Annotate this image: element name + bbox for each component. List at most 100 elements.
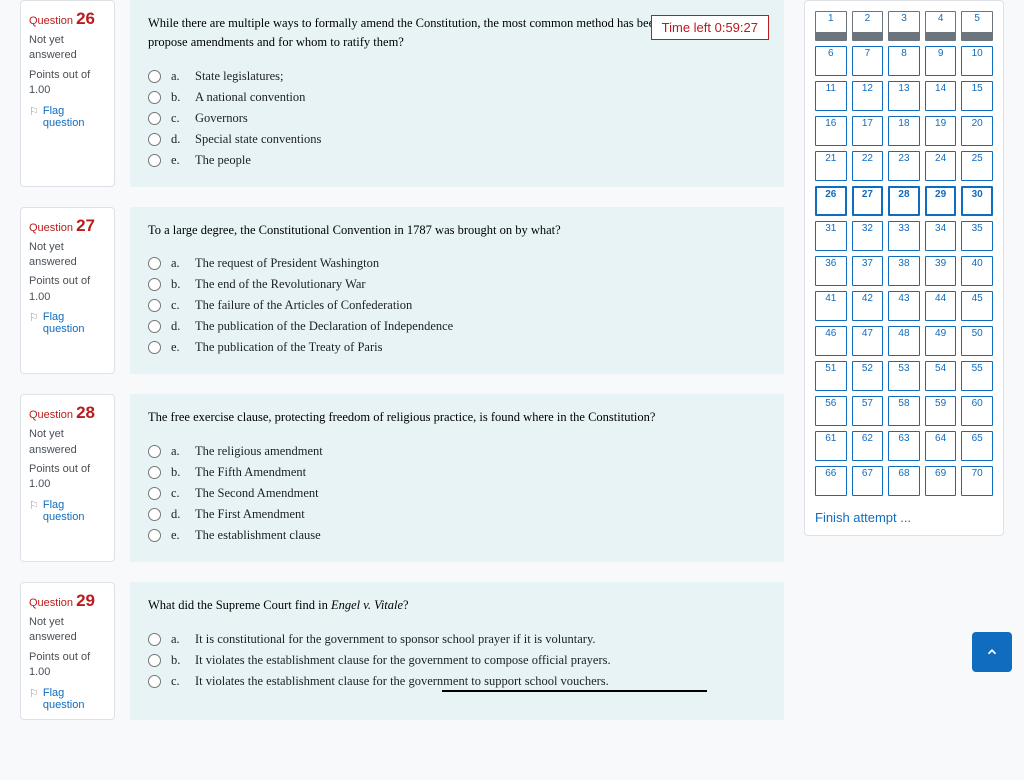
- nav-question-33[interactable]: 33: [888, 221, 920, 251]
- answer-option[interactable]: a.State legislatures;: [148, 66, 766, 87]
- nav-question-62[interactable]: 62: [852, 431, 884, 461]
- nav-question-49[interactable]: 49: [925, 326, 957, 356]
- answer-option[interactable]: b.The Fifth Amendment: [148, 462, 766, 483]
- nav-question-56[interactable]: 56: [815, 396, 847, 426]
- nav-question-60[interactable]: 60: [961, 396, 993, 426]
- flag-question-link[interactable]: ⚐Flag question: [29, 105, 106, 129]
- nav-question-17[interactable]: 17: [852, 116, 884, 146]
- answer-option[interactable]: c.The Second Amendment: [148, 483, 766, 504]
- answer-radio[interactable]: [148, 133, 161, 146]
- nav-question-22[interactable]: 22: [852, 151, 884, 181]
- answer-option[interactable]: a.The religious amendment: [148, 441, 766, 462]
- answer-option[interactable]: e.The publication of the Treaty of Paris: [148, 337, 766, 358]
- nav-question-23[interactable]: 23: [888, 151, 920, 181]
- nav-question-14[interactable]: 14: [925, 81, 957, 111]
- answer-radio[interactable]: [148, 299, 161, 312]
- nav-question-65[interactable]: 65: [961, 431, 993, 461]
- nav-question-29[interactable]: 29: [925, 186, 957, 216]
- nav-question-43[interactable]: 43: [888, 291, 920, 321]
- nav-question-57[interactable]: 57: [852, 396, 884, 426]
- nav-question-4[interactable]: 4: [925, 11, 957, 41]
- nav-question-2[interactable]: 2: [852, 11, 884, 41]
- nav-question-12[interactable]: 12: [852, 81, 884, 111]
- flag-question-link[interactable]: ⚐Flag question: [29, 499, 106, 523]
- nav-question-69[interactable]: 69: [925, 466, 957, 496]
- answer-option[interactable]: d.The publication of the Declaration of …: [148, 316, 766, 337]
- nav-question-54[interactable]: 54: [925, 361, 957, 391]
- nav-question-3[interactable]: 3: [888, 11, 920, 41]
- nav-question-21[interactable]: 21: [815, 151, 847, 181]
- nav-question-50[interactable]: 50: [961, 326, 993, 356]
- answer-option[interactable]: d.Special state conventions: [148, 129, 766, 150]
- nav-question-37[interactable]: 37: [852, 256, 884, 286]
- nav-question-27[interactable]: 27: [852, 186, 884, 216]
- nav-question-32[interactable]: 32: [852, 221, 884, 251]
- answer-option[interactable]: a.It is constitutional for the governmen…: [148, 629, 766, 650]
- answer-option[interactable]: c.It violates the establishment clause f…: [148, 671, 766, 692]
- answer-radio[interactable]: [148, 112, 161, 125]
- nav-question-19[interactable]: 19: [925, 116, 957, 146]
- answer-radio[interactable]: [148, 278, 161, 291]
- nav-question-15[interactable]: 15: [961, 81, 993, 111]
- nav-question-13[interactable]: 13: [888, 81, 920, 111]
- answer-radio[interactable]: [148, 70, 161, 83]
- nav-question-5[interactable]: 5: [961, 11, 993, 41]
- answer-option[interactable]: c.The failure of the Articles of Confede…: [148, 295, 766, 316]
- answer-radio[interactable]: [148, 529, 161, 542]
- nav-question-70[interactable]: 70: [961, 466, 993, 496]
- nav-question-67[interactable]: 67: [852, 466, 884, 496]
- answer-option[interactable]: e.The establishment clause: [148, 525, 766, 546]
- answer-option[interactable]: a.The request of President Washington: [148, 253, 766, 274]
- nav-question-7[interactable]: 7: [852, 46, 884, 76]
- answer-option[interactable]: e.The people: [148, 150, 766, 171]
- nav-question-61[interactable]: 61: [815, 431, 847, 461]
- nav-question-45[interactable]: 45: [961, 291, 993, 321]
- nav-question-47[interactable]: 47: [852, 326, 884, 356]
- nav-question-59[interactable]: 59: [925, 396, 957, 426]
- answer-radio[interactable]: [148, 320, 161, 333]
- answer-radio[interactable]: [148, 508, 161, 521]
- nav-question-63[interactable]: 63: [888, 431, 920, 461]
- nav-question-64[interactable]: 64: [925, 431, 957, 461]
- answer-radio[interactable]: [148, 675, 161, 688]
- nav-question-16[interactable]: 16: [815, 116, 847, 146]
- nav-question-9[interactable]: 9: [925, 46, 957, 76]
- answer-option[interactable]: b.It violates the establishment clause f…: [148, 650, 766, 671]
- scroll-to-top-button[interactable]: [972, 632, 1012, 672]
- answer-radio[interactable]: [148, 154, 161, 167]
- nav-question-28[interactable]: 28: [888, 186, 920, 216]
- answer-option[interactable]: c.Governors: [148, 108, 766, 129]
- nav-question-40[interactable]: 40: [961, 256, 993, 286]
- answer-radio[interactable]: [148, 633, 161, 646]
- answer-radio[interactable]: [148, 487, 161, 500]
- nav-question-51[interactable]: 51: [815, 361, 847, 391]
- nav-question-53[interactable]: 53: [888, 361, 920, 391]
- nav-question-55[interactable]: 55: [961, 361, 993, 391]
- nav-question-30[interactable]: 30: [961, 186, 993, 216]
- nav-question-68[interactable]: 68: [888, 466, 920, 496]
- nav-question-48[interactable]: 48: [888, 326, 920, 356]
- nav-question-38[interactable]: 38: [888, 256, 920, 286]
- nav-question-11[interactable]: 11: [815, 81, 847, 111]
- nav-question-46[interactable]: 46: [815, 326, 847, 356]
- nav-question-20[interactable]: 20: [961, 116, 993, 146]
- flag-question-link[interactable]: ⚐Flag question: [29, 311, 106, 335]
- nav-question-52[interactable]: 52: [852, 361, 884, 391]
- nav-question-35[interactable]: 35: [961, 221, 993, 251]
- finish-attempt-link[interactable]: Finish attempt ...: [815, 510, 993, 525]
- nav-question-44[interactable]: 44: [925, 291, 957, 321]
- nav-question-58[interactable]: 58: [888, 396, 920, 426]
- answer-option[interactable]: b.The end of the Revolutionary War: [148, 274, 766, 295]
- nav-question-36[interactable]: 36: [815, 256, 847, 286]
- answer-radio[interactable]: [148, 466, 161, 479]
- nav-question-18[interactable]: 18: [888, 116, 920, 146]
- nav-question-25[interactable]: 25: [961, 151, 993, 181]
- nav-question-41[interactable]: 41: [815, 291, 847, 321]
- answer-radio[interactable]: [148, 91, 161, 104]
- nav-question-26[interactable]: 26: [815, 186, 847, 216]
- nav-question-10[interactable]: 10: [961, 46, 993, 76]
- nav-question-66[interactable]: 66: [815, 466, 847, 496]
- answer-option[interactable]: d.The First Amendment: [148, 504, 766, 525]
- nav-question-1[interactable]: 1: [815, 11, 847, 41]
- nav-question-39[interactable]: 39: [925, 256, 957, 286]
